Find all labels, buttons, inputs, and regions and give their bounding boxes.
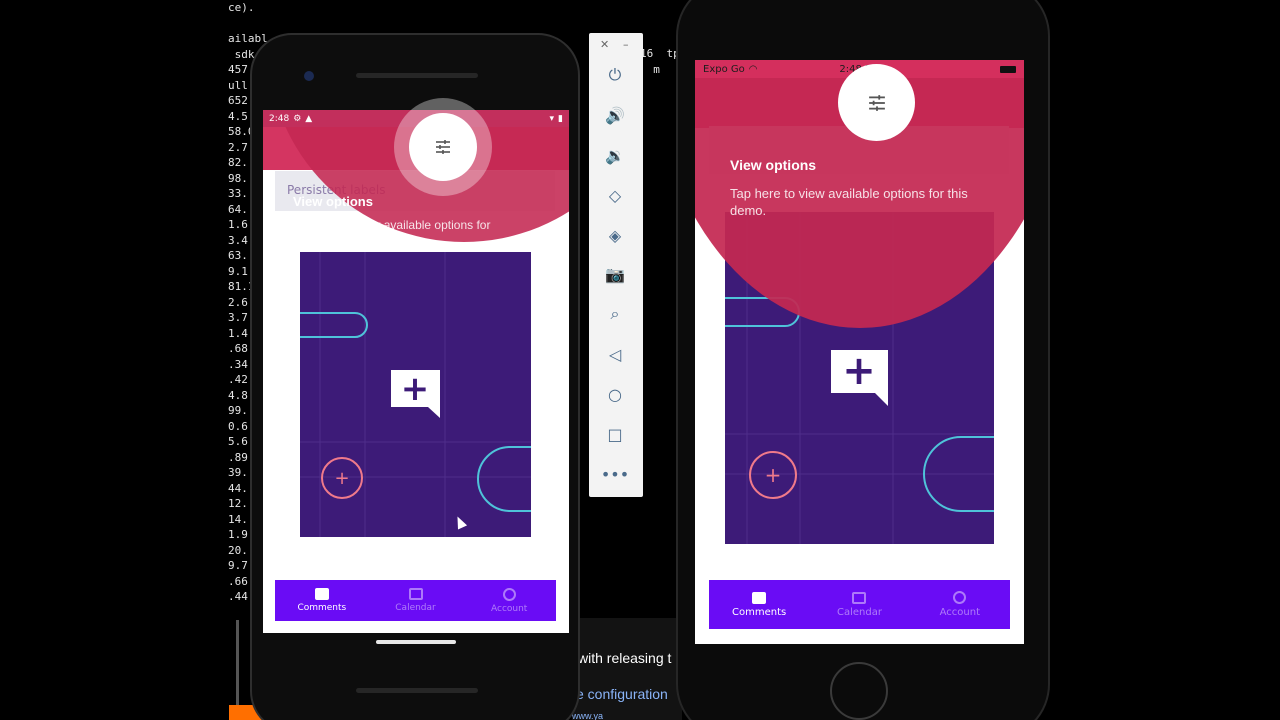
home-icon[interactable]: ○ [603,382,627,406]
tab-calendar[interactable]: Calendar [809,580,909,629]
volume-up-icon[interactable]: 🔊 [603,103,627,127]
camera-icon[interactable]: 📷 [603,262,627,286]
battery-icon: ▮ [558,113,563,124]
tip-description: Tap here to view available options for t… [730,186,968,218]
bottom-tab-bar: Comments Calendar Account [709,580,1010,629]
tab-label: Calendar [395,603,436,613]
bottom-speaker [356,688,478,693]
browser-text: with releasing t [578,650,672,666]
home-button[interactable] [830,662,888,720]
back-icon[interactable]: ◁ [603,342,627,366]
svg-text:+: + [334,468,349,489]
emulator-toolbar: ✕ – ⏻ 🔊 🔉 ◇ ◈ 📷 ⌕ ◁ ○ □ ••• [589,33,643,497]
more-icon[interactable]: ••• [601,462,629,486]
tune-icon [436,140,450,154]
tab-account[interactable]: Account [910,580,1010,629]
tune-icon [868,94,885,111]
browser-link-url[interactable]: www.ya [572,711,603,720]
tip-title: View options [730,157,817,173]
volume-down-icon[interactable]: 🔉 [603,143,627,167]
app-status-icon: ▲ [305,113,313,124]
power-icon[interactable]: ⏻ [603,63,627,87]
comment-add-icon [314,588,329,600]
tab-label: Comments [297,603,347,613]
tab-comments[interactable]: Comments [275,580,369,621]
account-icon [953,591,967,604]
bottom-tab-bar: Comments Calendar Account [275,580,556,621]
front-camera [304,71,314,81]
tab-comments[interactable]: Comments [709,580,809,629]
rotate-left-icon[interactable]: ◇ [603,183,627,207]
gesture-nav-bar[interactable] [376,640,456,644]
browser-link[interactable]: e configuration [576,686,668,702]
wifi-icon: ▾ [549,113,555,124]
svg-text:+: + [842,348,876,394]
account-icon [502,587,516,601]
view-options-button[interactable] [838,64,915,141]
terminal-line: ce). [228,1,255,14]
comment-add-icon [752,591,767,604]
tab-calendar[interactable]: Calendar [369,580,463,621]
calendar-icon [408,588,423,600]
tab-label: Calendar [837,606,882,618]
zoom-icon[interactable]: ⌕ [603,302,627,326]
calendar-icon [852,591,867,604]
settings-status-icon: ⚙ [293,113,302,124]
tab-label: Account [491,603,528,614]
tab-account[interactable]: Account [462,580,556,621]
view-options-button[interactable] [409,113,477,181]
tab-label: Comments [732,606,787,618]
tab-label: Account [939,607,981,618]
minimize-icon[interactable]: – [623,38,629,51]
status-time: 2:48 [269,113,290,124]
divider [236,620,239,705]
tip-title: View options [293,194,373,209]
tip-description: Tap here to view available options for t… [293,218,491,248]
top-speaker [356,73,478,78]
close-icon[interactable]: ✕ [600,38,609,51]
rotate-right-icon[interactable]: ◈ [603,223,627,247]
browser-window [572,618,682,720]
overview-icon[interactable]: □ [603,422,627,446]
svg-text:+: + [765,463,782,487]
